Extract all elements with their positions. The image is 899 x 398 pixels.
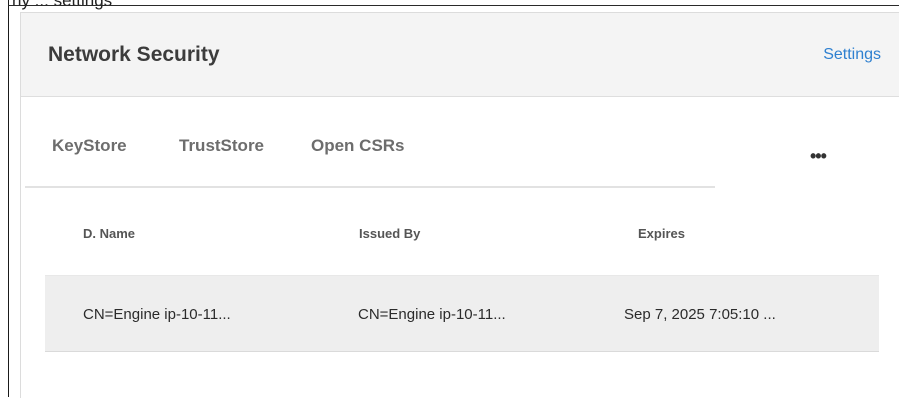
panel-title: Network Security <box>48 43 220 66</box>
column-header-issued-by[interactable]: Issued By <box>359 226 420 241</box>
settings-link[interactable]: Settings <box>823 46 881 64</box>
tab-bar: KeyStore TrustStore Open CSRs <box>25 100 715 188</box>
tab-truststore[interactable]: TrustStore <box>179 136 264 156</box>
tab-keystore[interactable]: KeyStore <box>52 136 127 156</box>
table-row[interactable]: CN=Engine ip-10-11... CN=Engine ip-10-11… <box>45 275 879 352</box>
cell-expires: Sep 7, 2025 7:05:10 ... <box>624 306 776 323</box>
more-options-icon[interactable]: ••• <box>810 146 827 167</box>
cell-issued-by: CN=Engine ip-10-11... <box>358 306 506 323</box>
panel-header: Network Security Settings <box>21 13 899 97</box>
column-header-expires[interactable]: Expires <box>638 226 685 241</box>
cell-dname: CN=Engine ip-10-11... <box>83 306 231 323</box>
window-left-border <box>8 0 9 397</box>
window-top-border <box>8 5 899 6</box>
tab-open-csrs[interactable]: Open CSRs <box>311 136 405 156</box>
column-header-dname[interactable]: D. Name <box>83 226 135 241</box>
